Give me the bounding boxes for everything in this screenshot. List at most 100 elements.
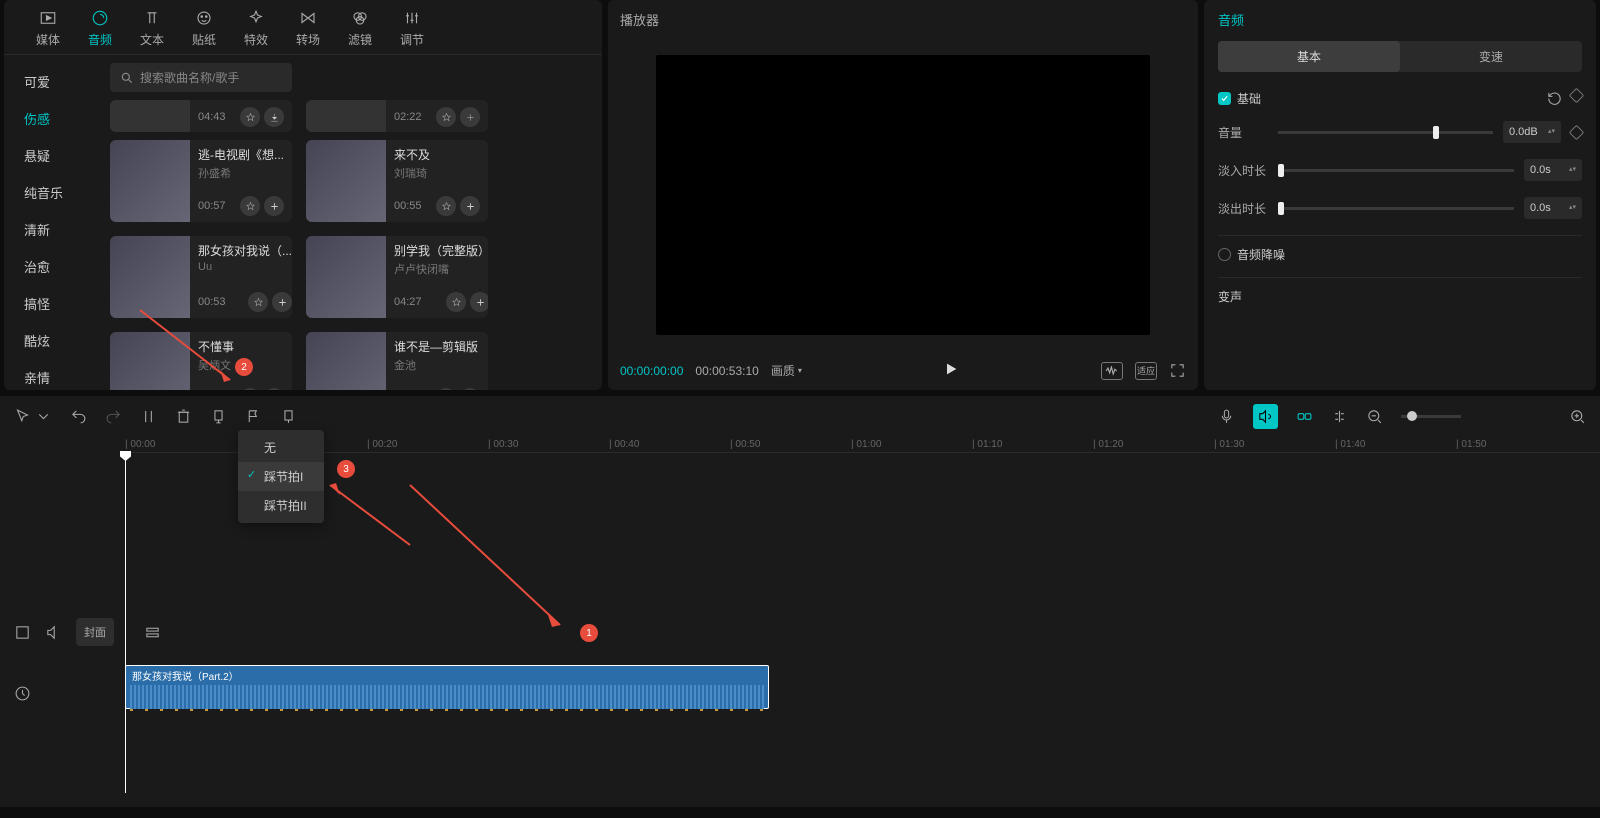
dd-item-beat1[interactable]: 踩节拍I xyxy=(238,462,324,491)
link-button[interactable] xyxy=(1296,408,1313,425)
tab-basic[interactable]: 基本 xyxy=(1218,41,1400,72)
expand-icon[interactable] xyxy=(14,624,31,641)
add-button[interactable] xyxy=(460,388,480,390)
track-collapse-icon[interactable] xyxy=(144,624,161,641)
cursor-tool[interactable] xyxy=(14,408,31,425)
sidebar-item-fresh[interactable]: 清新 xyxy=(4,211,102,248)
tab-filter[interactable]: 滤镜 xyxy=(334,4,386,54)
sidebar-item-cool[interactable]: 酷炫 xyxy=(4,322,102,359)
track-card[interactable]: 04:43 xyxy=(110,100,292,132)
track-card[interactable]: 别学我（完整版） 卢卢快闭嘴 04:27 xyxy=(306,236,488,318)
play-button[interactable] xyxy=(943,361,959,380)
undo-button[interactable] xyxy=(70,408,87,425)
annotation-arrow-2 xyxy=(130,300,250,400)
tab-transition[interactable]: 转场 xyxy=(282,4,334,54)
sidebar-item-family[interactable]: 亲情 xyxy=(4,359,102,390)
marker-button-3[interactable] xyxy=(280,408,297,425)
tab-effects[interactable]: 特效 xyxy=(230,4,282,54)
cursor-dropdown[interactable] xyxy=(35,408,52,425)
tab-adjust[interactable]: 调节 xyxy=(386,4,438,54)
favorite-button[interactable] xyxy=(248,292,268,312)
volume-keyframe[interactable] xyxy=(1569,124,1585,140)
ruler-tick: | 01:50 xyxy=(1456,439,1486,450)
align-button[interactable] xyxy=(1331,408,1348,425)
delete-button[interactable] xyxy=(175,408,192,425)
fullscreen-button[interactable] xyxy=(1169,362,1186,379)
search-input[interactable]: 搜索歌曲名称/歌手 xyxy=(110,63,292,92)
track-thumbnail xyxy=(306,140,386,222)
favorite-button[interactable] xyxy=(436,107,456,127)
mic-button[interactable] xyxy=(1218,408,1235,425)
track-duration: 00:55 xyxy=(394,200,422,212)
mute-icon[interactable] xyxy=(45,624,62,641)
favorite-button[interactable] xyxy=(240,107,260,127)
sidebar-item-cute[interactable]: 可爱 xyxy=(4,63,102,100)
favorite-button[interactable] xyxy=(446,292,466,312)
fadeout-value[interactable]: 0.0s▴▾ xyxy=(1524,197,1582,219)
favorite-button[interactable] xyxy=(240,196,260,216)
add-button[interactable] xyxy=(264,196,284,216)
volume-slider[interactable] xyxy=(1278,131,1493,134)
clock-icon[interactable] xyxy=(14,685,31,702)
reset-button[interactable] xyxy=(1546,90,1563,107)
sidebar-item-instrumental[interactable]: 纯音乐 xyxy=(4,174,102,211)
volume-value[interactable]: 0.0dB▴▾ xyxy=(1503,121,1561,143)
audio-track-toggle[interactable] xyxy=(1253,404,1278,429)
tab-speed[interactable]: 变速 xyxy=(1400,41,1582,72)
download-button[interactable] xyxy=(264,107,284,127)
fadein-value[interactable]: 0.0s▴▾ xyxy=(1524,159,1582,181)
quality-selector[interactable]: 画质 ▾ xyxy=(771,362,802,379)
ruler-tick: | 01:00 xyxy=(851,439,881,450)
fadein-slider[interactable] xyxy=(1278,169,1514,172)
noise-checkbox[interactable] xyxy=(1218,248,1231,261)
track-card[interactable]: 逃-电视剧《想... 孙盛希 00:57 xyxy=(110,140,292,222)
adapt-button[interactable]: 适应 xyxy=(1135,362,1157,380)
favorite-button[interactable] xyxy=(436,196,456,216)
favorite-button[interactable] xyxy=(436,388,456,390)
ruler-tick: | 01:40 xyxy=(1335,439,1365,450)
add-button[interactable] xyxy=(264,388,284,390)
player-controls: 00:00:00:00 00:00:53:10 画质 ▾ 适应 xyxy=(620,355,1186,380)
zoom-slider[interactable] xyxy=(1401,415,1461,418)
track-title: 逃-电视剧《想... xyxy=(198,146,284,163)
sidebar-item-healing[interactable]: 治愈 xyxy=(4,248,102,285)
dd-item-none[interactable]: 无 xyxy=(238,433,324,462)
tab-audio[interactable]: 音频 xyxy=(74,4,126,54)
redo-button[interactable] xyxy=(105,408,122,425)
split-button[interactable] xyxy=(140,408,157,425)
flag-marker-button[interactable] xyxy=(245,408,262,425)
add-button[interactable] xyxy=(272,292,292,312)
tab-media[interactable]: 媒体 xyxy=(22,4,74,54)
track-thumbnail xyxy=(306,236,386,318)
keyframe-button[interactable] xyxy=(1569,88,1585,104)
zoom-in-button[interactable] xyxy=(1569,408,1586,425)
add-button[interactable] xyxy=(470,292,488,312)
dd-item-beat2[interactable]: 踩节拍II xyxy=(238,491,324,520)
track-duration: 04:43 xyxy=(198,111,226,123)
add-button[interactable] xyxy=(460,196,480,216)
player-panel: 播放器 00:00:00:00 00:00:53:10 画质 ▾ 适应 xyxy=(608,0,1198,390)
ruler-tick: | 01:30 xyxy=(1214,439,1244,450)
tab-label: 滤镜 xyxy=(348,31,372,48)
add-button[interactable] xyxy=(460,107,480,127)
basic-checkbox[interactable] xyxy=(1218,92,1231,105)
zoom-out-button[interactable] xyxy=(1366,408,1383,425)
fadeout-slider[interactable] xyxy=(1278,207,1514,210)
track-card[interactable]: 谁不是—剪辑版 金池 00:41 xyxy=(306,332,488,390)
sidebar-item-funny[interactable]: 搞怪 xyxy=(4,285,102,322)
ruler-tick: | 00:40 xyxy=(609,439,639,450)
tab-text[interactable]: 文本 xyxy=(126,4,178,54)
marker-dropdown-button[interactable] xyxy=(210,408,227,425)
timeline-ruler[interactable]: | 00:00| 00:10| 00:20| 00:30| 00:40| 00:… xyxy=(125,437,1600,453)
cover-button[interactable]: 封面 xyxy=(76,618,114,646)
time-total: 00:00:53:10 xyxy=(695,364,758,378)
audio-clip[interactable]: 那女孩对我说（Part.2） xyxy=(125,665,769,709)
track-card[interactable]: 02:22 xyxy=(306,100,488,132)
sidebar-item-suspense[interactable]: 悬疑 xyxy=(4,137,102,174)
track-duration: 04:27 xyxy=(394,296,422,308)
tab-sticker[interactable]: 贴纸 xyxy=(178,4,230,54)
waveform-button[interactable] xyxy=(1101,362,1123,380)
player-title: 播放器 xyxy=(620,10,1186,29)
track-card[interactable]: 来不及 刘瑞琦 00:55 xyxy=(306,140,488,222)
sidebar-item-sad[interactable]: 伤感 xyxy=(4,100,102,137)
